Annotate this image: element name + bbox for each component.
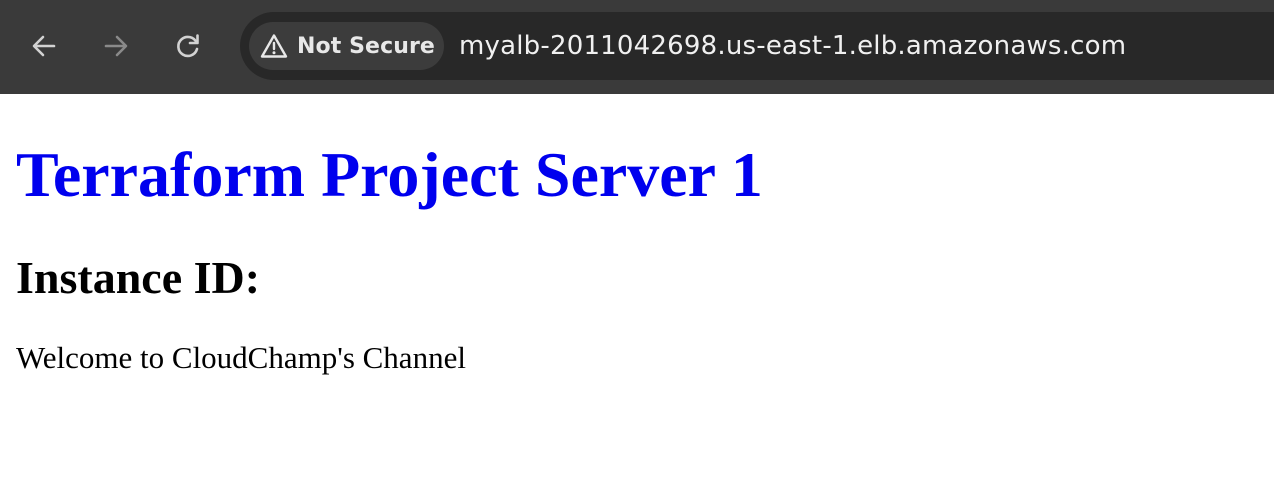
instance-id-heading: Instance ID:: [16, 252, 261, 303]
warning-triangle-icon: [260, 32, 288, 60]
security-status-label: Not Secure: [297, 33, 435, 59]
reload-icon: [177, 34, 199, 58]
address-bar[interactable]: Not Secure myalb-2011042698.us-east-1.el…: [240, 12, 1274, 80]
browser-toolbar: Not Secure myalb-2011042698.us-east-1.el…: [0, 0, 1274, 94]
reload-button[interactable]: [170, 28, 206, 64]
back-button[interactable]: [26, 28, 62, 64]
forward-button[interactable]: [98, 28, 134, 64]
welcome-text: Welcome to CloudChamp's Channel: [16, 340, 466, 375]
arrow-left-icon: [32, 35, 56, 57]
page-content: Terraform Project Server 1 Instance ID: …: [0, 94, 1274, 376]
url-text[interactable]: myalb-2011042698.us-east-1.elb.amazonaws…: [459, 12, 1126, 80]
site-security-chip[interactable]: Not Secure: [249, 22, 444, 70]
arrow-right-icon: [104, 35, 128, 57]
page-title: Terraform Project Server 1: [16, 139, 763, 210]
